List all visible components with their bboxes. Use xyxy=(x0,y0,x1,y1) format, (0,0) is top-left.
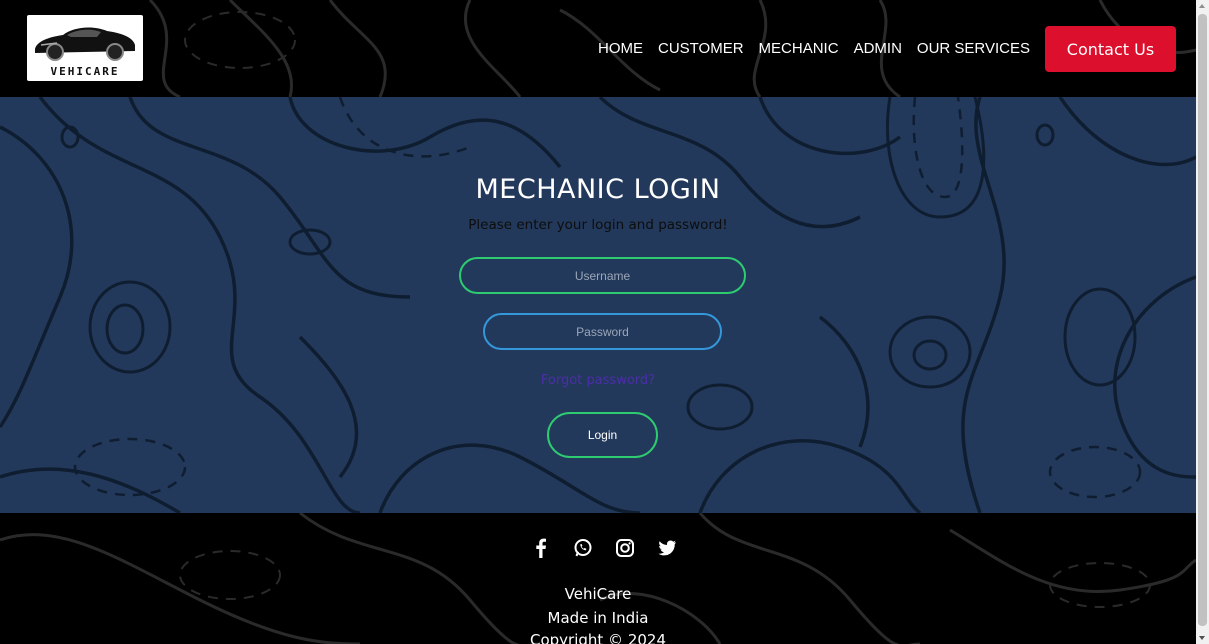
footer-copyright: Copyright © 2024 xyxy=(529,631,666,644)
car-logo-icon xyxy=(35,27,135,61)
vehicare-logo[interactable]: VEHICARE xyxy=(27,15,143,81)
site-footer: VehiCare Made in India Copyright © 2024 xyxy=(0,513,1196,644)
page-scrollbar[interactable] xyxy=(1196,0,1209,644)
site-header: VEHICARE HOME CUSTOMER MECHANIC ADMIN OU… xyxy=(0,0,1196,97)
username-input[interactable] xyxy=(459,257,746,294)
contact-us-button[interactable]: Contact Us xyxy=(1045,26,1176,72)
twitter-icon[interactable] xyxy=(656,537,678,559)
footer-made-in: Made in India xyxy=(547,609,649,627)
login-button[interactable]: Login xyxy=(547,412,658,458)
scroll-down-arrow-icon[interactable] xyxy=(1199,636,1205,640)
forgot-password-link[interactable]: Forgot password? xyxy=(0,373,1196,388)
page: VEHICARE HOME CUSTOMER MECHANIC ADMIN OU… xyxy=(0,0,1196,644)
nav-our-services[interactable]: OUR SERVICES xyxy=(917,40,1030,57)
nav-customer[interactable]: CUSTOMER xyxy=(658,40,744,57)
nav-admin[interactable]: ADMIN xyxy=(854,40,902,57)
login-subtitle: Please enter your login and password! xyxy=(468,217,728,233)
whatsapp-icon[interactable] xyxy=(572,537,594,559)
nav-mechanic[interactable]: MECHANIC xyxy=(759,40,839,57)
login-section: MECHANIC LOGIN Please enter your login a… xyxy=(0,97,1196,513)
footer-brand: VehiCare xyxy=(564,585,632,603)
nav-home[interactable]: HOME xyxy=(598,40,643,57)
facebook-icon[interactable] xyxy=(530,537,552,559)
main-nav: HOME CUSTOMER MECHANIC ADMIN OUR SERVICE… xyxy=(598,40,1030,57)
social-links xyxy=(530,537,678,559)
password-input[interactable] xyxy=(483,313,722,350)
scrollbar-thumb[interactable] xyxy=(1198,14,1207,626)
login-title: MECHANIC LOGIN xyxy=(475,174,721,205)
logo-wordmark: VEHICARE xyxy=(50,65,120,78)
scroll-up-arrow-icon[interactable] xyxy=(1199,4,1205,8)
instagram-icon[interactable] xyxy=(614,537,636,559)
